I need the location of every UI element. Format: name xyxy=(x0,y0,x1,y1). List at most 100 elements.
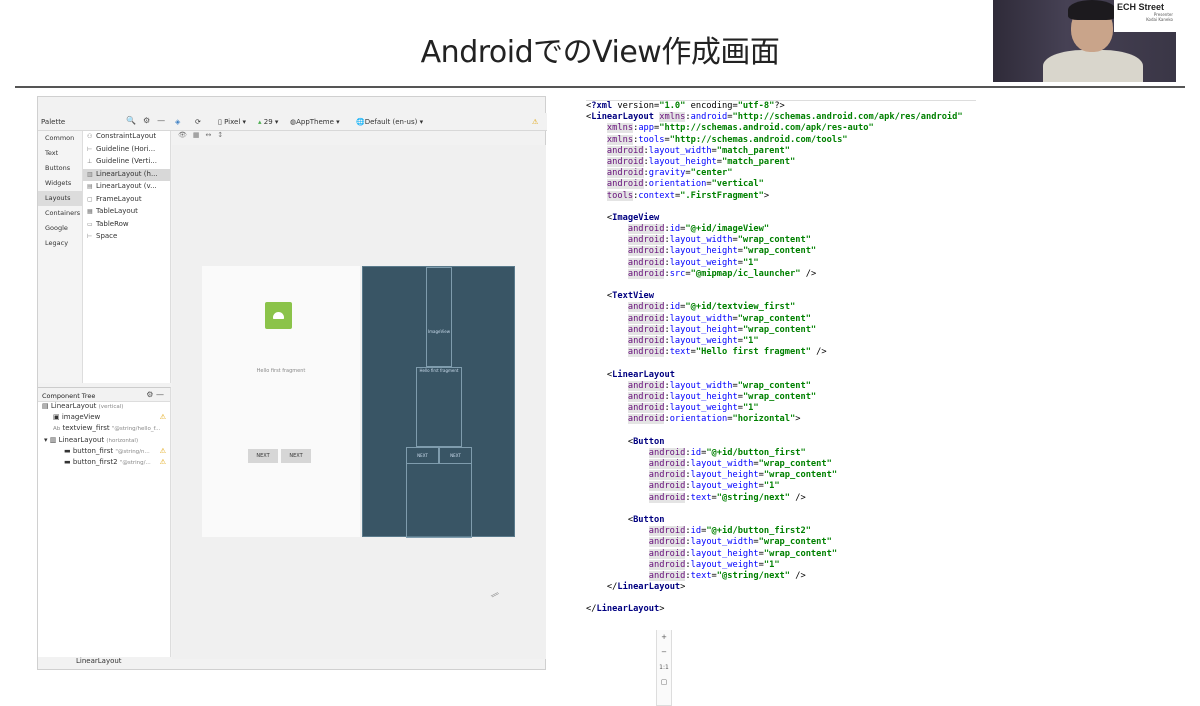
search-icon[interactable]: 🔍 xyxy=(126,116,136,125)
android-app-icon[interactable] xyxy=(265,302,292,329)
palette-item-framelayout[interactable]: ▢ FrameLayout xyxy=(83,194,170,207)
tree-row-button-first2[interactable]: ▬ button_first2 "@string/... ⚠ xyxy=(38,458,170,469)
palette-item-tablerow[interactable]: ▭ TableRow xyxy=(83,219,170,232)
xml-line[interactable] xyxy=(586,280,976,291)
category-layouts[interactable]: Layouts xyxy=(38,191,82,206)
warning-icon[interactable]: ⚠ xyxy=(532,118,538,126)
xml-line[interactable]: <Button xyxy=(586,515,976,526)
layers-icon[interactable]: ◈ xyxy=(175,118,180,126)
design-surface[interactable]: Hello first fragment NEXT NEXT ImageView… xyxy=(172,145,672,706)
xml-line[interactable]: android:layout_width="match_parent" xyxy=(586,145,976,157)
palette-item-constraintlayout[interactable]: ⚇ ConstraintLayout xyxy=(83,131,170,144)
xml-line[interactable]: android:layout_height="wrap_content" xyxy=(586,548,976,560)
xml-line[interactable]: <LinearLayout xyxy=(586,370,976,381)
xml-line[interactable] xyxy=(586,358,976,369)
horizontal-constraint-icon[interactable]: ↔ xyxy=(206,131,212,139)
xml-line[interactable] xyxy=(586,593,976,604)
xml-line[interactable]: android:text="@string/next" /> xyxy=(586,492,976,504)
xml-line[interactable]: android:gravity="center" xyxy=(586,168,976,179)
bp-textview-box[interactable] xyxy=(416,367,462,447)
xml-line[interactable]: android:layout_width="wrap_content" xyxy=(586,537,976,548)
palette-item-guideline-vertical[interactable]: ⊥ Guideline (Verti... xyxy=(83,156,170,169)
xml-line[interactable]: <ImageView xyxy=(586,213,976,224)
palette-item-guideline-horizontal[interactable]: ⊢ Guideline (Hori... xyxy=(83,144,170,157)
xml-line[interactable]: android:layout_width="wrap_content" xyxy=(586,380,976,392)
xml-line[interactable]: android:layout_width="wrap_content" xyxy=(586,313,976,325)
zoom-in-button[interactable]: + xyxy=(657,630,671,645)
tree-row-textview[interactable]: Ab textview_first "@string/hello_f... xyxy=(38,424,170,435)
xml-line[interactable]: android:layout_weight="1" xyxy=(586,403,976,414)
xml-line[interactable]: android:layout_weight="1" xyxy=(586,335,976,347)
preview-next-button-2[interactable]: NEXT xyxy=(281,449,311,463)
component-tree-settings-icon[interactable]: ⚙ — xyxy=(146,390,164,399)
eye-icon[interactable]: 👁 xyxy=(178,131,187,139)
tree-row-imageview[interactable]: ▣ imageView ⚠ xyxy=(38,413,170,424)
bp-imageview-box[interactable] xyxy=(426,267,452,367)
xml-line[interactable]: android:src="@mipmap/ic_launcher" /> xyxy=(586,268,976,280)
xml-line[interactable]: tools:context=".FirstFragment"> xyxy=(586,190,976,202)
xml-line[interactable]: android:orientation="horizontal"> xyxy=(586,414,976,425)
palette-item-space[interactable]: ⊢ Space xyxy=(83,231,170,244)
xml-line[interactable]: <LinearLayout xmlns:android="http://sche… xyxy=(586,112,976,123)
xml-line[interactable]: </LinearLayout> xyxy=(586,604,976,615)
category-buttons[interactable]: Buttons xyxy=(38,161,82,176)
xml-line[interactable]: android:id="@+id/textview_first" xyxy=(586,302,976,313)
xml-line[interactable]: android:orientation="vertical" xyxy=(586,179,976,190)
zoom-reset-button[interactable]: 1:1 xyxy=(657,660,671,675)
xml-line[interactable]: android:id="@+id/button_first" xyxy=(586,447,976,459)
blueprint-toggle-icon[interactable]: ▦ xyxy=(193,131,200,139)
xml-line[interactable] xyxy=(586,504,976,515)
xml-line[interactable]: android:layout_height="wrap_content" xyxy=(586,324,976,336)
category-containers[interactable]: Containers xyxy=(38,206,82,221)
xml-line[interactable]: <?xml version="1.0" encoding="utf-8"?> xyxy=(586,101,976,112)
xml-line[interactable]: <TextView xyxy=(586,291,976,302)
xml-line[interactable]: android:id="@+id/imageView" xyxy=(586,224,976,235)
xml-line[interactable]: android:layout_height="wrap_content" xyxy=(586,391,976,403)
minimize-icon[interactable]: — xyxy=(157,116,165,125)
xml-line[interactable] xyxy=(586,425,976,436)
xml-line[interactable]: android:layout_height="wrap_content" xyxy=(586,246,976,257)
category-common[interactable]: Common xyxy=(38,131,82,146)
palette-item-linearlayout-vertical[interactable]: ▤ LinearLayout (v... xyxy=(83,181,170,194)
blueprint-preview[interactable]: ImageView Hello first fragment NEXT NEXT xyxy=(362,266,515,538)
xml-code-editor[interactable]: <?xml version="1.0" encoding="utf-8"?> <L… xyxy=(586,100,976,630)
preview-next-button-1[interactable]: NEXT xyxy=(248,449,278,463)
design-preview[interactable]: Hello first fragment NEXT NEXT xyxy=(202,266,360,537)
xml-line[interactable]: android:text="Hello first fragment" /> xyxy=(586,347,976,358)
palette-item-tablelayout[interactable]: ▦ TableLayout xyxy=(83,206,170,219)
xml-line[interactable]: android:id="@+id/button_first2" xyxy=(586,526,976,537)
xml-line[interactable]: android:layout_weight="1" xyxy=(586,481,976,492)
locale-selector[interactable]: 🌐Default (en-us) ▾ xyxy=(356,118,423,126)
xml-line[interactable]: android:layout_height="wrap_content" xyxy=(586,470,976,481)
api-selector[interactable]: ▴ 29 ▾ xyxy=(258,118,278,126)
orientation-icon[interactable]: ⟳ xyxy=(195,118,201,126)
tree-row-linearlayout-vertical[interactable]: ▤ LinearLayout (vertical) xyxy=(38,402,170,413)
xml-line[interactable]: android:layout_height="match_parent" xyxy=(586,156,976,168)
category-widgets[interactable]: Widgets xyxy=(38,176,82,191)
gear-icon[interactable]: ⚙ xyxy=(143,116,150,125)
preview-hello-text[interactable]: Hello first fragment xyxy=(202,368,360,374)
theme-selector[interactable]: ◍AppTheme ▾ xyxy=(290,118,340,126)
resize-handle-icon[interactable]: ⫽ xyxy=(489,590,500,601)
xml-line[interactable]: <Button xyxy=(586,437,976,448)
xml-line[interactable]: android:layout_weight="1" xyxy=(586,257,976,269)
xml-line[interactable]: </LinearLayout> xyxy=(586,582,976,593)
fit-screen-icon[interactable]: ▢ xyxy=(657,675,671,690)
tree-row-button-first[interactable]: ▬ button_first "@string/n... ⚠ xyxy=(38,447,170,458)
category-text[interactable]: Text xyxy=(38,146,82,161)
guideline-vertical-icon: ⊥ xyxy=(87,158,93,165)
xml-line[interactable]: xmlns:app="http://schemas.android.com/ap… xyxy=(586,123,976,134)
xml-line[interactable]: android:layout_width="wrap_content" xyxy=(586,235,976,246)
zoom-out-button[interactable]: − xyxy=(657,645,671,660)
xml-line[interactable]: android:layout_weight="1" xyxy=(586,559,976,571)
xml-line[interactable]: android:text="@string/next" /> xyxy=(586,570,976,582)
category-google[interactable]: Google xyxy=(38,221,82,236)
xml-line[interactable]: xmlns:tools="http://schemas.android.com/… xyxy=(586,134,976,146)
category-legacy[interactable]: Legacy xyxy=(38,236,82,251)
tree-row-linearlayout-horizontal[interactable]: ▾ ▥ LinearLayout (horizontal) xyxy=(38,436,170,447)
vertical-constraint-icon[interactable]: ↕ xyxy=(217,131,223,139)
device-selector[interactable]: ▯ Pixel ▾ xyxy=(218,118,246,126)
xml-line[interactable] xyxy=(586,202,976,213)
xml-line[interactable]: android:layout_width="wrap_content" xyxy=(586,459,976,470)
palette-item-linearlayout-horizontal[interactable]: ▥ LinearLayout (h... xyxy=(83,168,170,181)
